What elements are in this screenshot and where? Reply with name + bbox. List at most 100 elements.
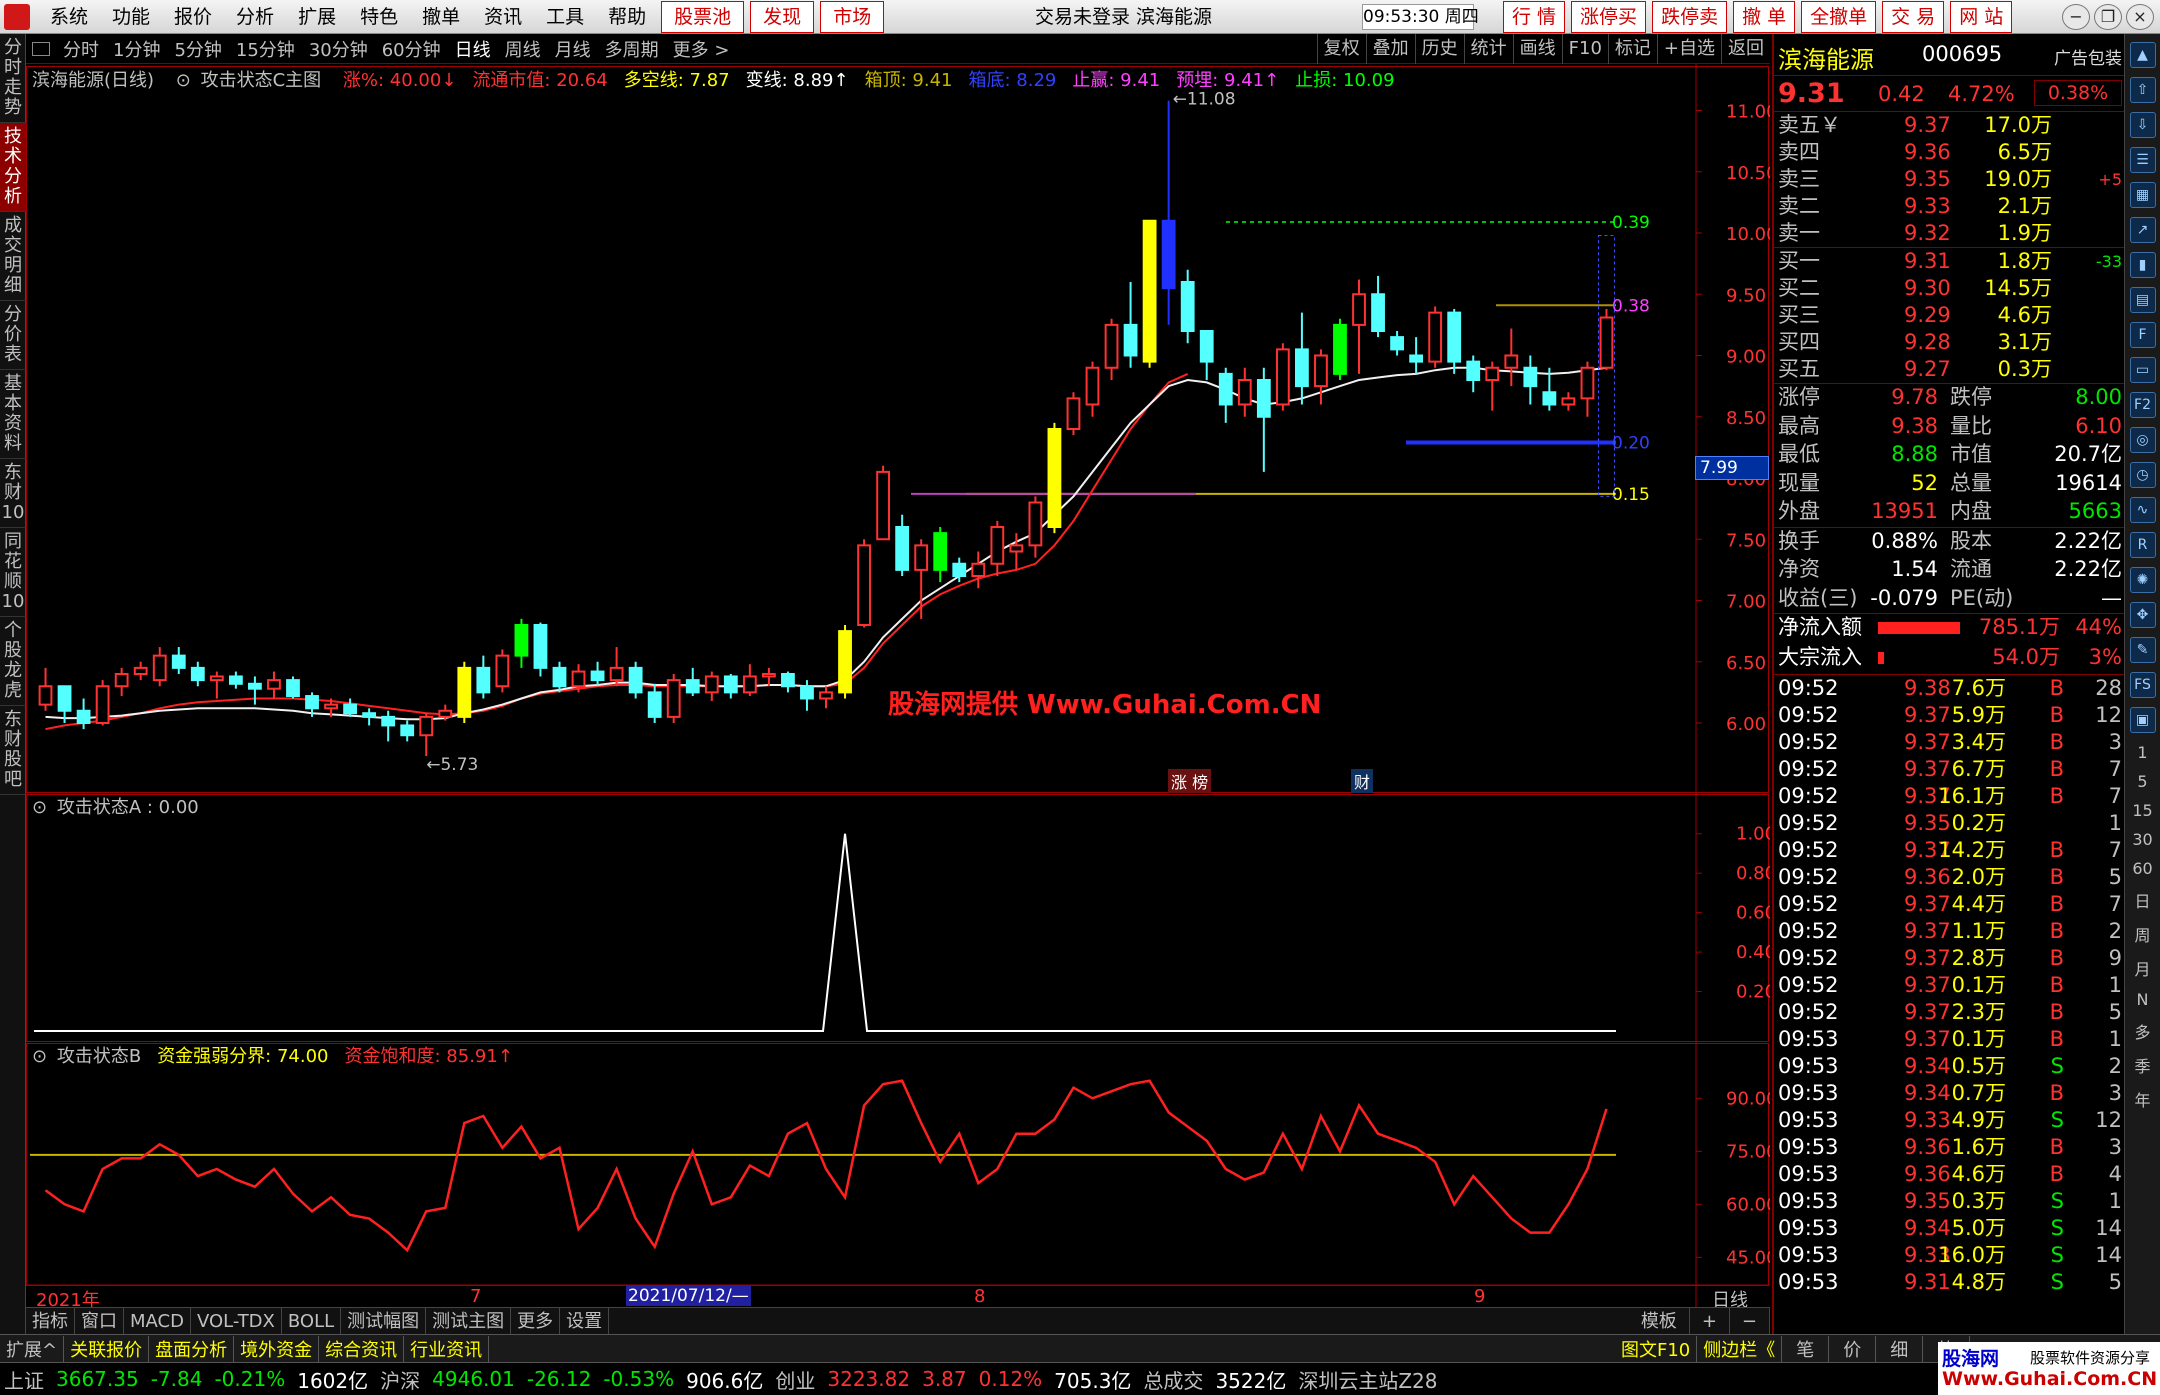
ext-right-tab-0[interactable]: 图文F10: [1615, 1336, 1698, 1362]
indicator-tab-5[interactable]: 测试幅图: [341, 1307, 427, 1335]
wave-icon[interactable]: ∿: [2129, 497, 2156, 523]
menu-item-5[interactable]: 特色: [348, 0, 410, 34]
trade-button-6[interactable]: 网 站: [1950, 1, 2013, 33]
menu-item-4[interactable]: 扩展: [286, 0, 348, 34]
quick-menu-2[interactable]: 市场: [820, 0, 885, 33]
trade-button-0[interactable]: 行 情: [1503, 1, 1566, 33]
tool-4[interactable]: 画线: [1512, 34, 1562, 64]
ext-tab-0[interactable]: 扩展^: [0, 1335, 65, 1362]
indicator-tab-6[interactable]: 测试主图: [426, 1307, 512, 1335]
ask-row[interactable]: 卖三 9.35 19.0万 +5: [1774, 166, 2124, 193]
left-tab-5[interactable]: 东财10: [0, 459, 26, 528]
tool-2[interactable]: 历史: [1414, 34, 1464, 64]
ad-label[interactable]: 广告包装: [2054, 44, 2122, 69]
left-tab-7[interactable]: 个股龙虎: [0, 617, 26, 706]
up-icon[interactable]: ⇧: [2129, 77, 2156, 103]
template-ctl-2[interactable]: −: [1730, 1308, 1770, 1335]
period-0[interactable]: 分时: [56, 36, 106, 62]
period-1[interactable]: 1分钟: [106, 36, 167, 62]
bid-row[interactable]: 买二 9.30 14.5万: [1774, 275, 2124, 302]
menu-item-1[interactable]: 功能: [100, 0, 162, 34]
trade-button-4[interactable]: 全撤单: [1801, 1, 1877, 33]
strip-period-8[interactable]: N: [2125, 990, 2160, 1009]
indicator-toggle-icon[interactable]: ⊙: [32, 1046, 47, 1067]
bid-row[interactable]: 买三 9.29 4.6万: [1774, 302, 2124, 329]
ext-tab-2[interactable]: 盘面分析: [149, 1335, 235, 1362]
indicator-tab-0[interactable]: 指标: [26, 1307, 75, 1335]
indicator-tab-4[interactable]: BOLL: [282, 1307, 342, 1335]
indicator-tab-8[interactable]: 设置: [560, 1307, 610, 1335]
ext-right-tab-3[interactable]: 价: [1829, 1336, 1877, 1362]
left-tab-4[interactable]: 基本资料: [0, 370, 26, 459]
line-chart-icon[interactable]: ↗: [2129, 217, 2156, 243]
move-icon[interactable]: ✥: [2129, 602, 2156, 628]
period-3[interactable]: 15分钟: [229, 36, 302, 62]
strip-period-10[interactable]: 季: [2125, 1053, 2160, 1077]
bid-row[interactable]: 买四 9.28 3.1万: [1774, 329, 2124, 356]
ask-row[interactable]: 卖一 9.32 1.9万: [1774, 220, 2124, 247]
bid-row[interactable]: 买五 9.27 0.3万: [1774, 356, 2124, 383]
trade-button-3[interactable]: 撤 单: [1733, 1, 1796, 33]
ext-tab-3[interactable]: 境外资金: [234, 1335, 320, 1362]
quick-menu-0[interactable]: 股票池: [661, 0, 745, 33]
tool-3[interactable]: 统计: [1463, 34, 1513, 64]
table-icon[interactable]: ▤: [2129, 287, 2156, 313]
tool-6[interactable]: 标记: [1607, 34, 1657, 64]
indicator-toggle-icon[interactable]: ⊙: [176, 70, 191, 91]
template-ctl-1[interactable]: +: [1690, 1308, 1730, 1335]
period-9[interactable]: 多周期: [598, 36, 666, 62]
indicator-tab-1[interactable]: 窗口: [75, 1307, 124, 1335]
strip-period-7[interactable]: 月: [2125, 956, 2160, 980]
ext-right-tab-2[interactable]: 笔: [1782, 1336, 1830, 1362]
left-tab-2[interactable]: 成交明细: [0, 212, 26, 301]
left-tab-1[interactable]: 技术分析: [0, 123, 26, 212]
tool-1[interactable]: 叠加: [1365, 34, 1415, 64]
ask-row[interactable]: 卖四 9.36 6.5万: [1774, 139, 2124, 166]
dial-icon[interactable]: ◷: [2129, 462, 2156, 488]
strip-period-1[interactable]: 5: [2125, 772, 2160, 791]
f10-icon[interactable]: F: [2129, 322, 2156, 348]
fire-icon[interactable]: ✺: [2129, 567, 2156, 593]
restore-button[interactable]: ❐: [2094, 4, 2122, 30]
left-tab-0[interactable]: 分时走势: [0, 34, 26, 123]
ask-row[interactable]: 卖五￥ 9.37 17.0万: [1774, 112, 2124, 139]
fs-icon[interactable]: FS: [2129, 672, 2156, 698]
menu-item-8[interactable]: 工具: [534, 0, 596, 34]
quick-menu-1[interactable]: 发现: [750, 0, 815, 33]
strip-period-11[interactable]: 年: [2125, 1087, 2160, 1111]
close-button[interactable]: ×: [2126, 4, 2154, 30]
period-8[interactable]: 月线: [548, 36, 598, 62]
badge-limit-up[interactable]: 涨 榜: [1168, 769, 1212, 793]
period-2[interactable]: 5分钟: [167, 36, 228, 62]
trade-button-5[interactable]: 交 易: [1882, 1, 1945, 33]
ext-right-tab-1[interactable]: 侧边栏《: [1697, 1336, 1783, 1362]
indicator-name[interactable]: 攻击状态C主图: [201, 70, 322, 91]
rsi-icon[interactable]: R: [2129, 532, 2156, 558]
bid-row[interactable]: 买一 9.31 1.8万 -33: [1774, 248, 2124, 275]
ext-tab-5[interactable]: 行业资讯: [404, 1335, 490, 1362]
menu-item-2[interactable]: 报价: [162, 0, 224, 34]
period-10[interactable]: 更多 >: [666, 36, 737, 62]
tick-list[interactable]: 09:52 9.38 7.6万 B 28 09:52 9.37 5.9万 B 12 09:52 9.3…: [1774, 675, 2124, 1296]
period-7[interactable]: 周线: [498, 36, 548, 62]
period-4[interactable]: 30分钟: [302, 36, 375, 62]
map-icon[interactable]: ▣: [2129, 707, 2156, 733]
left-tab-6[interactable]: 同花顺10: [0, 528, 26, 617]
strip-period-4[interactable]: 60: [2125, 859, 2160, 878]
menu-item-0[interactable]: 系统: [38, 0, 100, 34]
window-toggle-icon[interactable]: [32, 41, 50, 56]
up-arrow-icon[interactable]: ▲: [2129, 42, 2156, 68]
ext-tab-1[interactable]: 关联报价: [64, 1335, 150, 1362]
pencil-icon[interactable]: ✎: [2129, 637, 2156, 663]
left-tab-3[interactable]: 分价表: [0, 301, 26, 370]
indicator-tab-3[interactable]: VOL-TDX: [191, 1307, 282, 1335]
left-tab-8[interactable]: 东财股吧: [0, 706, 26, 795]
menu-item-3[interactable]: 分析: [224, 0, 286, 34]
menu-item-7[interactable]: 资讯: [472, 0, 534, 34]
ext-right-tab-4[interactable]: 细: [1876, 1336, 1924, 1362]
minimize-button[interactable]: −: [2062, 4, 2090, 30]
list-icon[interactable]: ☰: [2129, 147, 2156, 173]
ext-tab-4[interactable]: 综合资讯: [319, 1335, 405, 1362]
period-6[interactable]: 日线: [448, 36, 498, 62]
f2-icon[interactable]: F2: [2129, 392, 2156, 418]
